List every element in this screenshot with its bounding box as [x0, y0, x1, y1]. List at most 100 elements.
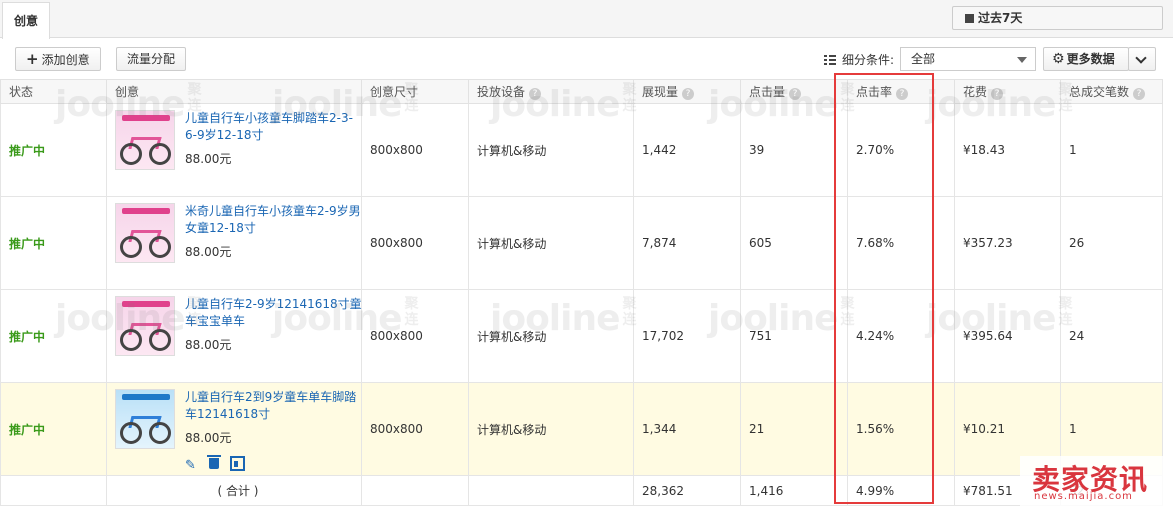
- orders-cell: 24: [1060, 289, 1163, 383]
- date-range-button[interactable]: 过去7天: [952, 6, 1163, 30]
- creative-price: 88.00元: [185, 338, 232, 352]
- creative-price: 88.00元: [185, 431, 232, 445]
- status-cell: 推广中: [0, 103, 107, 197]
- col-device-label: 投放设备: [477, 85, 526, 99]
- segment-filter-label: 细分条件:: [824, 51, 894, 68]
- col-impressions[interactable]: 展现量?: [633, 79, 741, 104]
- creative-thumbnail[interactable]: [115, 296, 175, 356]
- help-icon[interactable]: ?: [682, 88, 695, 100]
- creative-thumbnail[interactable]: [115, 389, 175, 449]
- col-orders-label: 总成交笔数: [1069, 85, 1130, 99]
- add-creative-label: 添加创意: [41, 53, 90, 67]
- total-empty-cell: [0, 475, 107, 506]
- creative-cell: 儿童自行车2-9岁12141618寸童车宝宝单车 88.00元: [106, 289, 363, 383]
- creative-title-link[interactable]: 儿童自行车2到9岁童车单车脚踏车12141618寸: [185, 389, 363, 423]
- creative-cell: 米奇儿童自行车小孩童车2-9岁男女童12-18寸 88.00元: [106, 196, 363, 290]
- col-size[interactable]: 创意尺寸: [361, 79, 469, 104]
- help-icon[interactable]: ?: [896, 88, 909, 100]
- creative-thumbnail[interactable]: [115, 110, 175, 170]
- col-clicks[interactable]: 点击量?: [740, 79, 848, 104]
- orders-cell: 26: [1060, 196, 1163, 290]
- status-cell: 推广中: [0, 289, 107, 383]
- size-cell: 800x800: [361, 196, 469, 290]
- add-creative-button[interactable]: + 添加创意: [15, 47, 101, 71]
- clicks-cell: 21: [740, 382, 848, 476]
- total-impressions-cell: 28,362: [633, 475, 741, 506]
- ctr-cell: 2.70%: [847, 103, 955, 197]
- device-cell: 计算机&移动: [468, 382, 634, 476]
- creative-title-link[interactable]: 米奇儿童自行车小孩童车2-9岁男女童12-18寸: [185, 203, 363, 237]
- segment-select-value: 全部: [911, 52, 936, 66]
- help-icon[interactable]: ?: [789, 88, 802, 100]
- cost-cell: ¥18.43: [954, 103, 1061, 197]
- chevron-down-icon: [1017, 57, 1027, 63]
- impressions-cell: 7,874: [633, 196, 741, 290]
- size-cell: 800x800: [361, 103, 469, 197]
- total-ctr-cell: 4.99%: [847, 475, 955, 506]
- help-icon[interactable]: ?: [991, 88, 1004, 100]
- more-data-button[interactable]: ⚙ 更多数据: [1043, 47, 1129, 71]
- table-row: 推广中 儿童自行车小孩童车脚踏车2-3-6-9岁12-18寸 88.00元 80…: [0, 103, 1163, 197]
- col-orders[interactable]: 总成交笔数?: [1060, 79, 1163, 104]
- edit-icon[interactable]: ✎: [185, 459, 199, 473]
- impressions-cell: 1,442: [633, 103, 741, 197]
- creative-cell: 儿童自行车2到9岁童车单车脚踏车12141618寸 88.00元 ✎: [106, 382, 363, 476]
- segment-select[interactable]: 全部: [900, 47, 1036, 71]
- col-cost[interactable]: 花费?: [954, 79, 1061, 104]
- creative-title-link[interactable]: 儿童自行车小孩童车脚踏车2-3-6-9岁12-18寸: [185, 110, 363, 144]
- total-label-cell: ( 合计 ): [106, 475, 362, 506]
- device-cell: 计算机&移动: [468, 196, 634, 290]
- more-data-dropdown-button[interactable]: [1128, 47, 1156, 71]
- chevron-down-icon: [1135, 52, 1147, 64]
- delete-icon[interactable]: [207, 455, 221, 469]
- corner-logo: 卖家资讯 news.maijia.com: [1020, 456, 1173, 506]
- plus-icon: +: [26, 50, 39, 68]
- toolbar: + 添加创意 流量分配 细分条件: 全部 ⚙ 更多数据: [0, 39, 1173, 79]
- creative-price: 88.00元: [185, 152, 232, 166]
- table-row: 推广中 儿童自行车2到9岁童车单车脚踏车12141618寸 88.00元 ✎ 8…: [0, 382, 1163, 476]
- table-header-row: 状态 创意 创意尺寸 投放设备? 展现量? 点击量? 点击率? 花费? 总成交笔…: [0, 79, 1163, 104]
- status-cell: 推广中: [0, 382, 107, 476]
- col-device[interactable]: 投放设备?: [468, 79, 634, 104]
- help-icon[interactable]: ?: [1133, 88, 1146, 100]
- col-ctr-label: 点击率: [856, 85, 893, 99]
- col-clicks-label: 点击量: [749, 85, 786, 99]
- corner-logo-url: news.maijia.com: [1034, 491, 1133, 502]
- clicks-cell: 751: [740, 289, 848, 383]
- status-cell: 推广中: [0, 196, 107, 290]
- impressions-cell: 17,702: [633, 289, 741, 383]
- col-ctr[interactable]: 点击率?: [847, 79, 955, 104]
- ctr-cell: 1.56%: [847, 382, 955, 476]
- col-impressions-label: 展现量: [642, 85, 679, 99]
- total-empty-cell: [361, 475, 469, 506]
- report-icon[interactable]: [229, 455, 245, 471]
- top-tab-bar: 创意 过去7天: [0, 0, 1173, 39]
- total-clicks-cell: 1,416: [740, 475, 848, 506]
- creative-thumbnail[interactable]: [115, 203, 175, 263]
- size-cell: 800x800: [361, 382, 469, 476]
- segment-filter-text: 细分条件:: [842, 53, 895, 67]
- creative-title-link[interactable]: 儿童自行车2-9岁12141618寸童车宝宝单车: [185, 296, 363, 330]
- list-icon: [824, 55, 836, 65]
- device-cell: 计算机&移动: [468, 289, 634, 383]
- creative-price: 88.00元: [185, 245, 232, 259]
- orders-cell: 1: [1060, 103, 1163, 197]
- creative-table: 状态 创意 创意尺寸 投放设备? 展现量? 点击量? 点击率? 花费? 总成交笔…: [0, 79, 1163, 506]
- more-data-label: 更多数据: [1066, 52, 1115, 66]
- total-row: ( 合计 ) 28,362 1,416 4.99% ¥781.51 52: [0, 475, 1163, 506]
- traffic-allocation-button[interactable]: 流量分配: [116, 47, 186, 71]
- tab-creative[interactable]: 创意: [2, 2, 50, 39]
- impressions-cell: 1,344: [633, 382, 741, 476]
- clicks-cell: 39: [740, 103, 848, 197]
- row-actions: ✎: [185, 455, 251, 473]
- creative-cell: 儿童自行车小孩童车脚踏车2-3-6-9岁12-18寸 88.00元: [106, 103, 363, 197]
- table-row: 推广中 儿童自行车2-9岁12141618寸童车宝宝单车 88.00元 800x…: [0, 289, 1163, 383]
- col-creative[interactable]: 创意: [106, 79, 362, 104]
- col-cost-label: 花费: [963, 85, 988, 99]
- date-range-label: 过去7天: [978, 11, 1023, 25]
- col-status[interactable]: 状态: [0, 79, 107, 104]
- cost-cell: ¥357.23: [954, 196, 1061, 290]
- help-icon[interactable]: ?: [529, 88, 542, 100]
- cost-cell: ¥395.64: [954, 289, 1061, 383]
- ctr-cell: 7.68%: [847, 196, 955, 290]
